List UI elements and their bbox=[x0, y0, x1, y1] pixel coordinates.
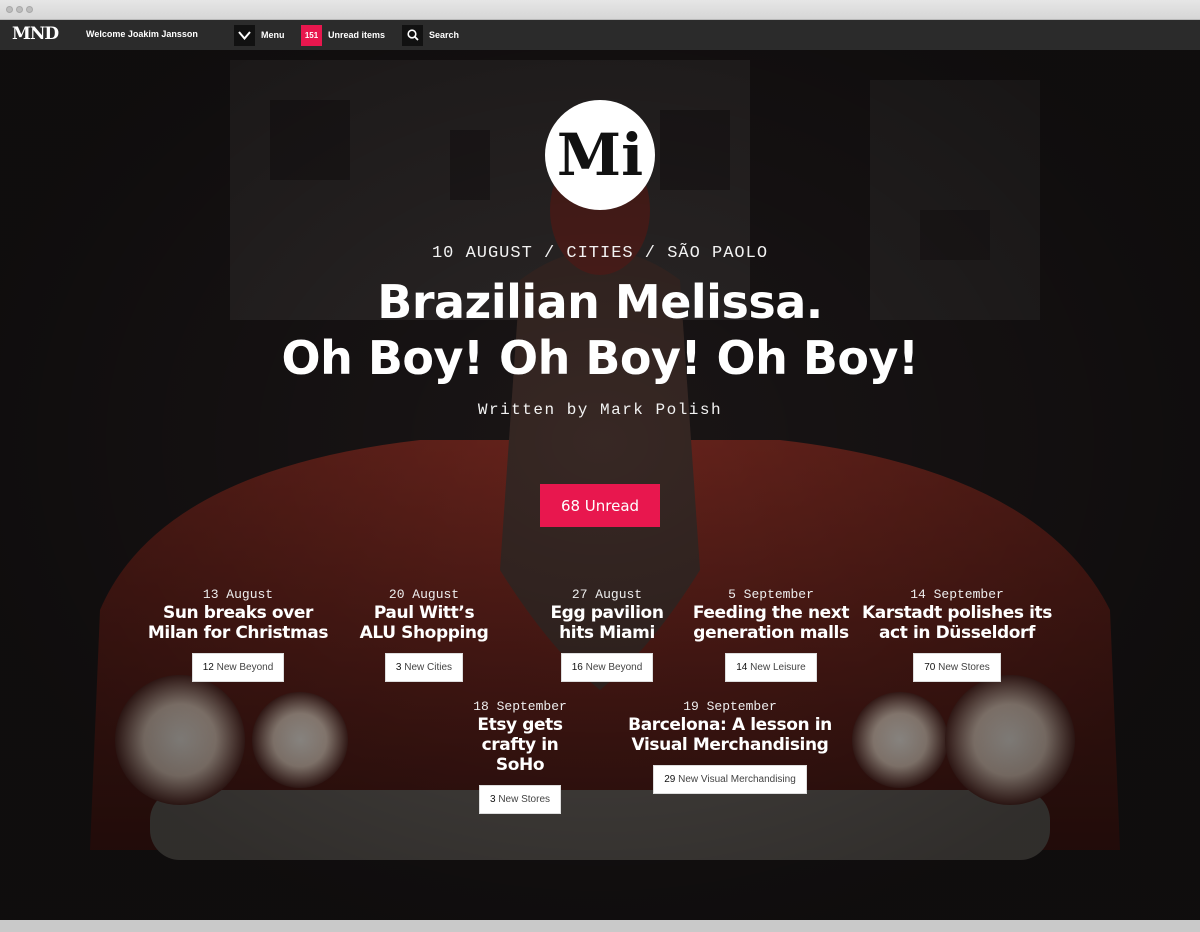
story-date: 5 September bbox=[728, 587, 814, 602]
article-byline: Written by Mark Polish bbox=[477, 401, 723, 419]
story-tag-label: New Leisure bbox=[750, 662, 806, 673]
story-title[interactable]: Feeding the next generation malls bbox=[676, 603, 866, 643]
story-card[interactable]: 5 September Feeding the next generation … bbox=[676, 588, 866, 682]
article-headline[interactable]: Brazilian Melissa. Oh Boy! Oh Boy! Oh Bo… bbox=[0, 274, 1200, 386]
browser-chrome bbox=[0, 0, 1200, 20]
story-tag-label: New Beyond bbox=[216, 662, 274, 673]
story-date: 20 August bbox=[388, 587, 460, 602]
window-zoom-dot[interactable] bbox=[26, 6, 33, 13]
welcome-text: Welcome Joakim Jansson bbox=[86, 29, 198, 39]
article-meta: 10 AUGUST / CITIES / SÃO PAOLO bbox=[431, 244, 769, 263]
story-card[interactable]: 13 August Sun breaks over Milan for Chri… bbox=[143, 588, 333, 682]
brand-emblem: Mi bbox=[545, 100, 655, 210]
story-card[interactable]: 14 September Karstadt polishes its act i… bbox=[852, 588, 1062, 682]
window-close-dot[interactable] bbox=[6, 6, 13, 13]
unread-count-badge: 151 bbox=[301, 24, 322, 46]
headline-line-2: Oh Boy! Oh Boy! Oh Boy! bbox=[281, 331, 919, 385]
unread-items-button[interactable]: 151 Unread items bbox=[301, 24, 385, 46]
browser-bottom-frame bbox=[0, 920, 1200, 932]
story-title[interactable]: Etsy gets crafty in SoHo bbox=[425, 715, 615, 775]
story-date: 27 August bbox=[571, 587, 643, 602]
story-date: 13 August bbox=[202, 587, 274, 602]
search-button[interactable]: Search bbox=[402, 24, 459, 46]
menu-button[interactable]: Menu bbox=[234, 24, 285, 46]
story-card[interactable]: 27 August Egg pavilion hits Miami 16 New… bbox=[512, 588, 702, 682]
story-tag-button[interactable]: 12 New Beyond bbox=[191, 653, 285, 682]
site-header: MND Welcome Joakim Jansson Menu 151 Unre… bbox=[0, 20, 1200, 50]
story-tag-count: 14 bbox=[736, 662, 748, 673]
search-icon bbox=[402, 24, 423, 46]
story-tag-button[interactable]: 3 New Cities bbox=[384, 653, 464, 682]
hero-section: Mi 10 AUGUST / CITIES / SÃO PAOLO Brazil… bbox=[0, 50, 1200, 920]
story-card[interactable]: 20 August Paul Witt’s ALU Shopping 3 New… bbox=[329, 588, 519, 682]
search-label: Search bbox=[429, 30, 460, 40]
story-title[interactable]: Karstadt polishes its act in Düsseldorf bbox=[852, 603, 1062, 643]
story-date: 14 September bbox=[910, 587, 1004, 602]
story-title[interactable]: Barcelona: A lesson in Visual Merchandis… bbox=[625, 715, 835, 755]
story-tag-count: 70 bbox=[924, 662, 936, 673]
unread-items-label: Unread items bbox=[328, 30, 386, 40]
story-tag-label: New Visual Merchandising bbox=[678, 774, 796, 785]
story-tag-button[interactable]: 16 New Beyond bbox=[560, 653, 654, 682]
story-date: 19 September bbox=[683, 699, 777, 714]
story-tag-label: New Stores bbox=[938, 662, 990, 673]
unread-button[interactable]: 68 Unread bbox=[540, 484, 660, 527]
story-title[interactable]: Paul Witt’s ALU Shopping bbox=[329, 603, 519, 643]
story-card[interactable]: 18 September Etsy gets crafty in SoHo 3 … bbox=[425, 700, 615, 814]
chevron-down-icon bbox=[234, 24, 255, 46]
story-card[interactable]: 19 September Barcelona: A lesson in Visu… bbox=[625, 700, 835, 794]
story-tag-button[interactable]: 14 New Leisure bbox=[725, 653, 817, 682]
story-tag-count: 3 bbox=[489, 794, 496, 805]
story-tag-label: New Beyond bbox=[585, 662, 643, 673]
story-tag-label: New Cities bbox=[404, 662, 453, 673]
menu-label: Menu bbox=[261, 30, 285, 40]
story-title[interactable]: Sun breaks over Milan for Christmas bbox=[143, 603, 333, 643]
story-tag-count: 3 bbox=[395, 662, 402, 673]
story-tag-count: 12 bbox=[202, 662, 214, 673]
story-tag-button[interactable]: 29 New Visual Merchandising bbox=[653, 765, 807, 794]
window-minimize-dot[interactable] bbox=[16, 6, 23, 13]
story-title[interactable]: Egg pavilion hits Miami bbox=[512, 603, 702, 643]
site-logo[interactable]: MND bbox=[12, 24, 59, 44]
story-tag-button[interactable]: 70 New Stores bbox=[913, 653, 1001, 682]
story-tag-button[interactable]: 3 New Stores bbox=[478, 785, 562, 814]
story-tag-count: 29 bbox=[664, 774, 676, 785]
headline-line-1: Brazilian Melissa. bbox=[377, 275, 823, 329]
story-tag-count: 16 bbox=[571, 662, 583, 673]
story-tag-label: New Stores bbox=[498, 794, 551, 805]
story-date: 18 September bbox=[473, 699, 567, 714]
